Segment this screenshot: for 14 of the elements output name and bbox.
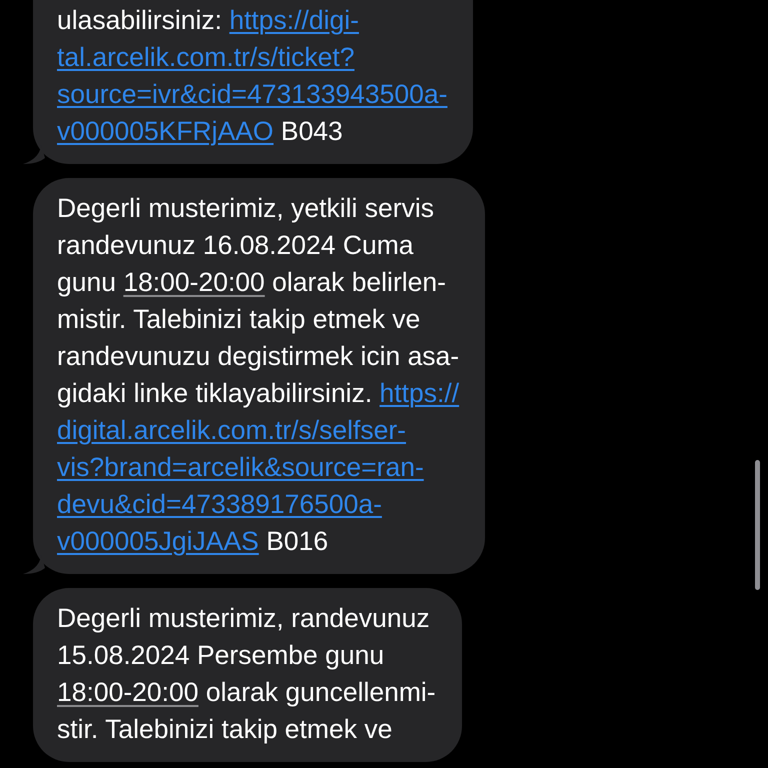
- link[interactable]: digital.arcelik.com.tr/s/selfser-: [57, 415, 406, 445]
- link[interactable]: https://digi-: [229, 5, 359, 35]
- link[interactable]: https://: [380, 378, 460, 408]
- message-text: ulasabilirsiniz: https://digi- tal.arcelik.com.tr/s/ticket? source=ivr&cid=473133943500a- v000005KFRjAAO B043: [57, 4, 448, 148]
- link[interactable]: tal.arcelik.com.tr/s/ticket?: [57, 42, 354, 72]
- time-link[interactable]: 18:00-20:00: [57, 677, 198, 707]
- message-text: Degerli musterimiz, yetkili servis randevunuz 16.08.2024 Cuma gunu 18:00-20:00 olarak belirlen- mistir. Talebinizi takip etmek ve randevunuzu degistirmek icin asa- gidaki linke tiklayabilirsiniz. https:// digital.arcelik.com.tr/s/selfser- vis?brand=arcelik&source=ran- devu&cid=473389176500a- v000005JgiJAAS B016: [57, 192, 460, 558]
- link[interactable]: devu&cid=473389176500a-: [57, 489, 382, 519]
- link[interactable]: source=ivr&cid=473133943500a-: [57, 79, 448, 109]
- link[interactable]: vis?brand=arcelik&source=ran-: [57, 452, 424, 482]
- link[interactable]: v000005KFRjAAO: [57, 116, 274, 146]
- link[interactable]: v000005JgiJAAS: [57, 526, 259, 556]
- message-text: Degerli musterimiz, randevunuz 15.08.2024 Persembe gunu 18:00-20:00 olarak guncellenmi- stir. Talebinizi takip etmek ve: [57, 602, 436, 746]
- time-link[interactable]: 18:00-20:00: [123, 267, 265, 297]
